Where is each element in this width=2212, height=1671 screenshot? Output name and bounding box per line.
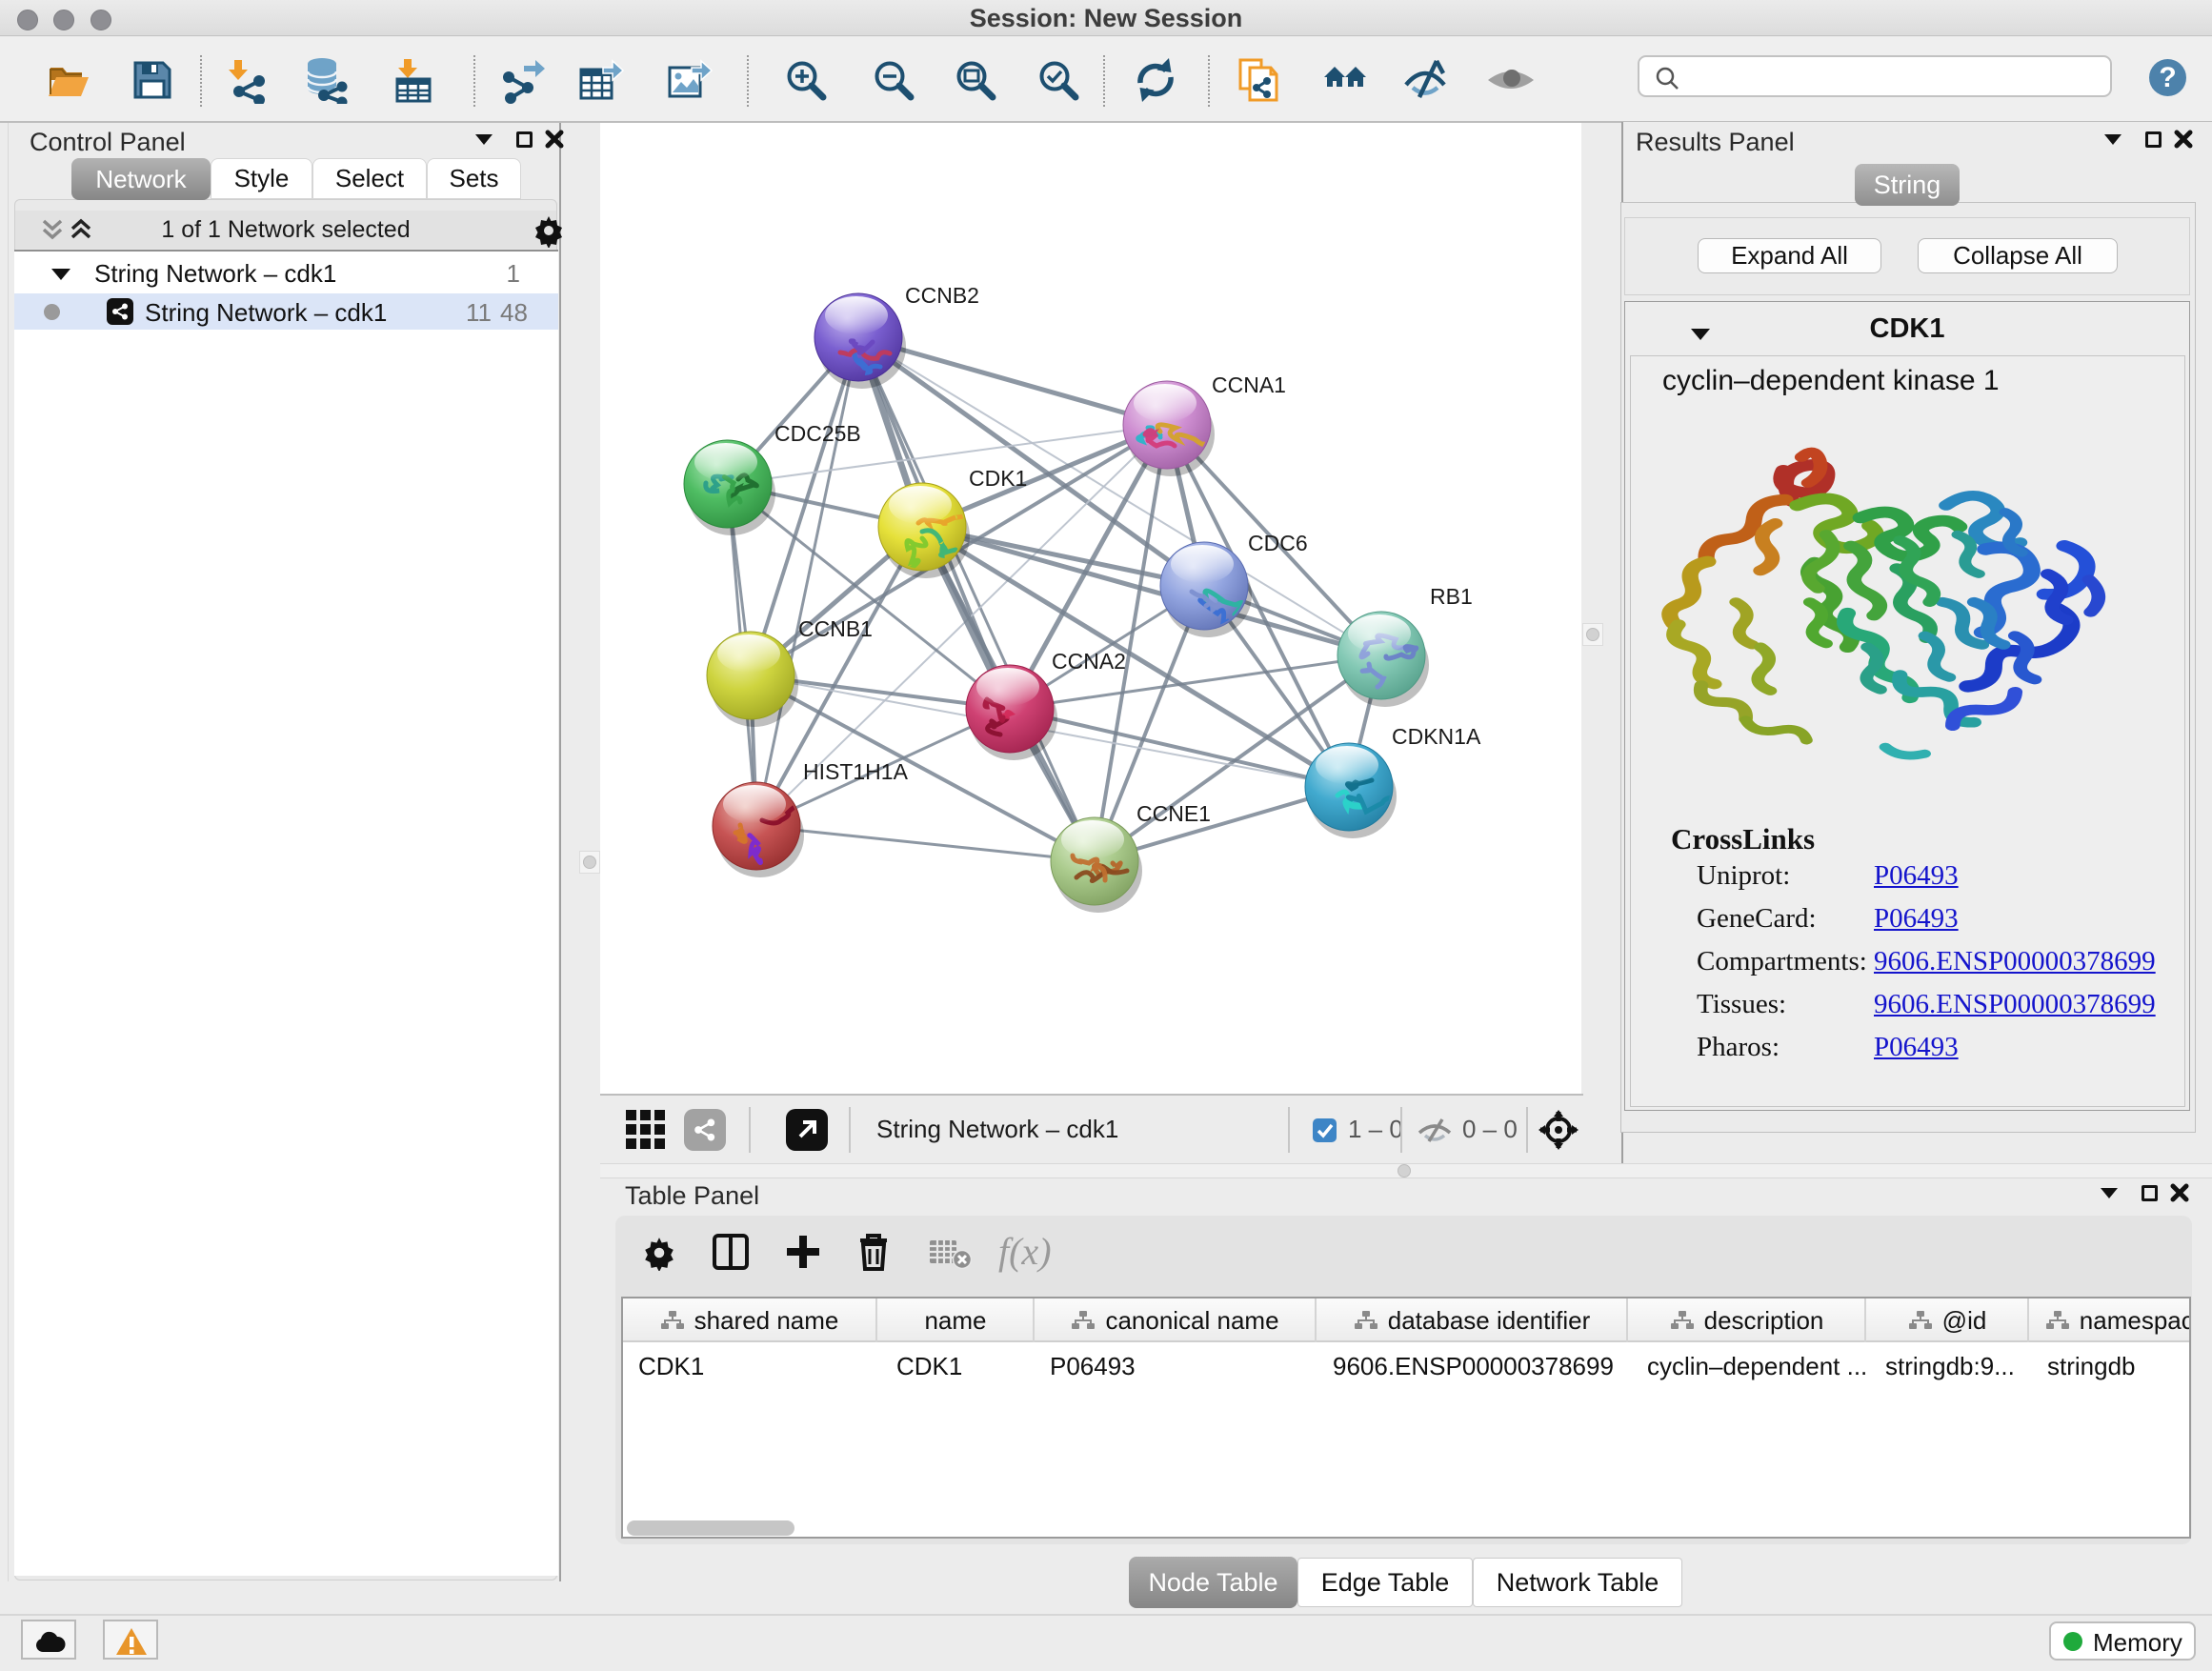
svg-text:RB1: RB1	[1430, 584, 1473, 609]
svg-text:CCNA1: CCNA1	[1212, 372, 1286, 397]
svg-text:CCNB1: CCNB1	[798, 616, 873, 641]
svg-text:CDC6: CDC6	[1248, 531, 1308, 555]
svg-text:CCNB2: CCNB2	[905, 283, 979, 308]
svg-text:CCNA2: CCNA2	[1052, 649, 1126, 674]
svg-text:CDKN1A: CDKN1A	[1392, 724, 1481, 749]
svg-text:CCNE1: CCNE1	[1136, 801, 1211, 826]
svg-text:CDC25B: CDC25B	[774, 421, 861, 446]
svg-text:CDK1: CDK1	[969, 466, 1027, 491]
svg-text:HIST1H1A: HIST1H1A	[803, 759, 909, 784]
